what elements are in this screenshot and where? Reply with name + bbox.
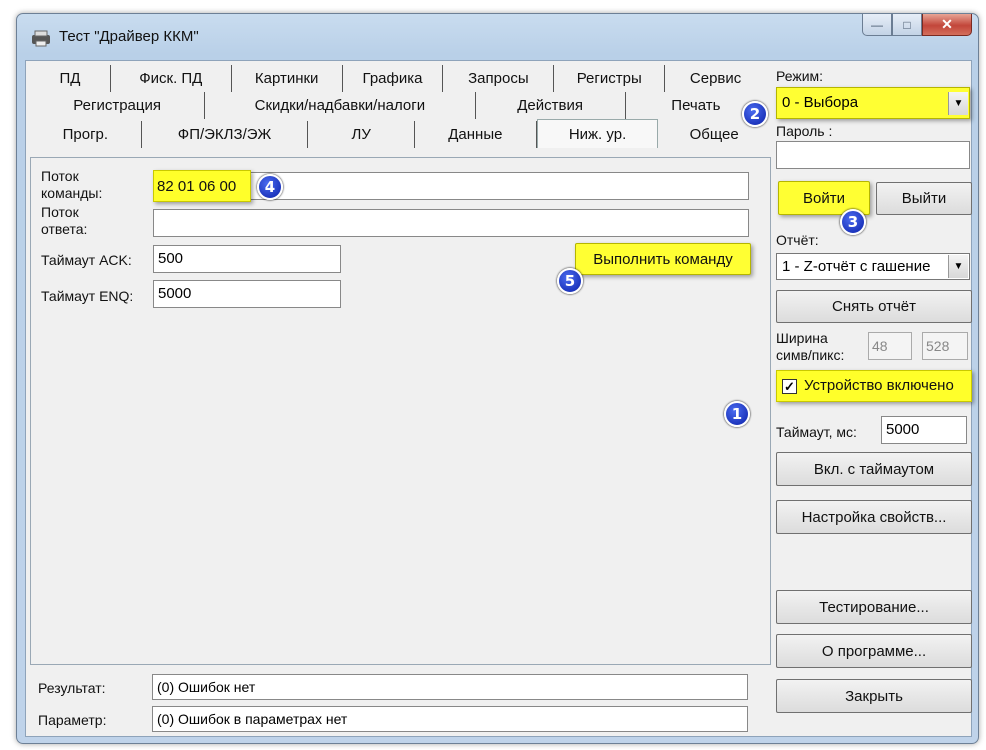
close-button[interactable]: Закрыть bbox=[776, 679, 972, 713]
marker-4: 4 bbox=[257, 174, 283, 200]
tab-registers[interactable]: Регистры bbox=[554, 65, 666, 92]
mode-label: Режим: bbox=[776, 68, 824, 84]
param-label: Параметр: bbox=[38, 712, 107, 728]
close-icon[interactable]: ✕ bbox=[922, 14, 972, 36]
tab-discounts[interactable]: Скидки/надбавки/налоги bbox=[205, 92, 476, 119]
chevron-down-icon[interactable]: ▼ bbox=[948, 255, 968, 278]
logout-button[interactable]: Выйти bbox=[876, 182, 972, 215]
report-select[interactable]: 1 - Z-отчёт с гашение ▼ bbox=[776, 253, 970, 280]
param-field: (0) Ошибок в параметрах нет bbox=[152, 706, 748, 732]
tab-fp-eklz[interactable]: ФП/ЭКЛЗ/ЭЖ bbox=[142, 121, 309, 148]
ack-timeout-label: Таймаут ACK: bbox=[41, 252, 132, 268]
device-enabled-label: Устройство включено bbox=[804, 377, 954, 394]
properties-button[interactable]: Настройка свойств... bbox=[776, 500, 972, 534]
password-label: Пароль : bbox=[776, 123, 833, 139]
about-button[interactable]: О программе... bbox=[776, 634, 972, 668]
chevron-down-icon[interactable]: ▼ bbox=[948, 92, 968, 115]
tab-requests[interactable]: Запросы bbox=[443, 65, 555, 92]
width-pixels-input: 528 bbox=[922, 332, 968, 360]
tab-pictures[interactable]: Картинки bbox=[232, 65, 343, 92]
timeout-label: Таймаут, мс: bbox=[776, 424, 857, 440]
password-input[interactable] bbox=[776, 141, 970, 169]
tab-low-level[interactable]: Ниж. ур. bbox=[536, 119, 659, 148]
command-label-line1: Поток bbox=[41, 168, 79, 184]
marker-1: 1 bbox=[724, 401, 750, 427]
maximize-icon[interactable]: □ bbox=[892, 14, 922, 36]
width-label-line2: симв/пикс: bbox=[776, 347, 845, 363]
title-bar[interactable]: Тест "Драйвер ККМ" — □ ✕ bbox=[17, 14, 978, 60]
enq-timeout-input[interactable]: 5000 bbox=[153, 280, 341, 308]
response-label-line1: Поток bbox=[41, 204, 79, 220]
tab-progr[interactable]: Прогр. bbox=[30, 121, 142, 148]
marker-5: 5 bbox=[557, 268, 583, 294]
result-label: Результат: bbox=[38, 680, 106, 696]
ack-timeout-input[interactable]: 500 bbox=[153, 245, 341, 273]
tab-registration[interactable]: Регистрация bbox=[30, 92, 206, 119]
command-label: Поток команды: bbox=[41, 168, 102, 202]
report-value: 1 - Z-отчёт с гашение bbox=[782, 258, 931, 275]
device-enabled-checkbox[interactable]: ✓ bbox=[782, 379, 797, 394]
tab-row-3: Прогр. ФП/ЭКЛЗ/ЭЖ ЛУ Данные Ниж. ур. Общ… bbox=[30, 119, 770, 148]
response-label: Поток ответа: bbox=[41, 204, 87, 238]
testing-button[interactable]: Тестирование... bbox=[776, 590, 972, 624]
low-level-panel: Поток команды: 82 01 06 00 4 Поток ответ… bbox=[30, 157, 771, 665]
minimize-icon[interactable]: — bbox=[862, 14, 892, 36]
tab-graphics[interactable]: Графика bbox=[343, 65, 444, 92]
tab-data[interactable]: Данные bbox=[415, 121, 537, 148]
tab-row-2: Регистрация Скидки/надбавки/налоги Дейст… bbox=[30, 92, 766, 119]
tab-lu[interactable]: ЛУ bbox=[308, 121, 416, 148]
execute-command-button[interactable]: Выполнить команду bbox=[575, 243, 751, 275]
tab-service[interactable]: Сервис bbox=[665, 65, 766, 92]
response-stream-input[interactable] bbox=[153, 209, 749, 237]
right-panel: Режим: 0 - Выбора ▼ 2 Пароль : Войти Вый… bbox=[724, 61, 972, 738]
result-panel: Результат: (0) Ошибок нет Параметр: (0) … bbox=[30, 671, 771, 733]
enable-with-timeout-button[interactable]: Вкл. с таймаутом bbox=[776, 452, 972, 486]
command-label-line2: команды: bbox=[41, 185, 103, 201]
window-title: Тест "Драйвер ККМ" bbox=[59, 28, 199, 45]
timeout-input[interactable]: 5000 bbox=[881, 416, 967, 444]
response-label-line2: ответа: bbox=[41, 221, 88, 237]
report-label: Отчёт: bbox=[776, 232, 819, 248]
result-field: (0) Ошибок нет bbox=[152, 674, 748, 700]
printer-icon bbox=[32, 30, 50, 47]
width-chars-input: 48 bbox=[868, 332, 912, 360]
enq-timeout-label: Таймаут ENQ: bbox=[41, 288, 134, 304]
marker-2: 2 bbox=[742, 101, 768, 127]
marker-3: 3 bbox=[840, 209, 866, 235]
client-area: ПД Фиск. ПД Картинки Графика Запросы Рег… bbox=[25, 60, 972, 737]
tab-actions[interactable]: Действия bbox=[476, 92, 626, 119]
app-window: Тест "Драйвер ККМ" — □ ✕ ПД Фиск. ПД Кар… bbox=[16, 13, 979, 744]
command-value: 82 01 06 00 bbox=[157, 178, 237, 195]
tab-row-1: ПД Фиск. ПД Картинки Графика Запросы Рег… bbox=[30, 65, 766, 92]
mode-value: 0 - Выбора bbox=[782, 94, 859, 111]
width-label-line1: Ширина bbox=[776, 330, 828, 346]
take-report-button[interactable]: Снять отчёт bbox=[776, 290, 972, 323]
tab-strip: ПД Фиск. ПД Картинки Графика Запросы Рег… bbox=[26, 61, 771, 161]
mode-select[interactable]: 0 - Выбора ▼ bbox=[776, 87, 970, 119]
tab-pd[interactable]: ПД bbox=[30, 65, 111, 92]
tab-fisk-pd[interactable]: Фиск. ПД bbox=[111, 65, 232, 92]
width-label: Ширина симв/пикс: bbox=[776, 330, 844, 364]
